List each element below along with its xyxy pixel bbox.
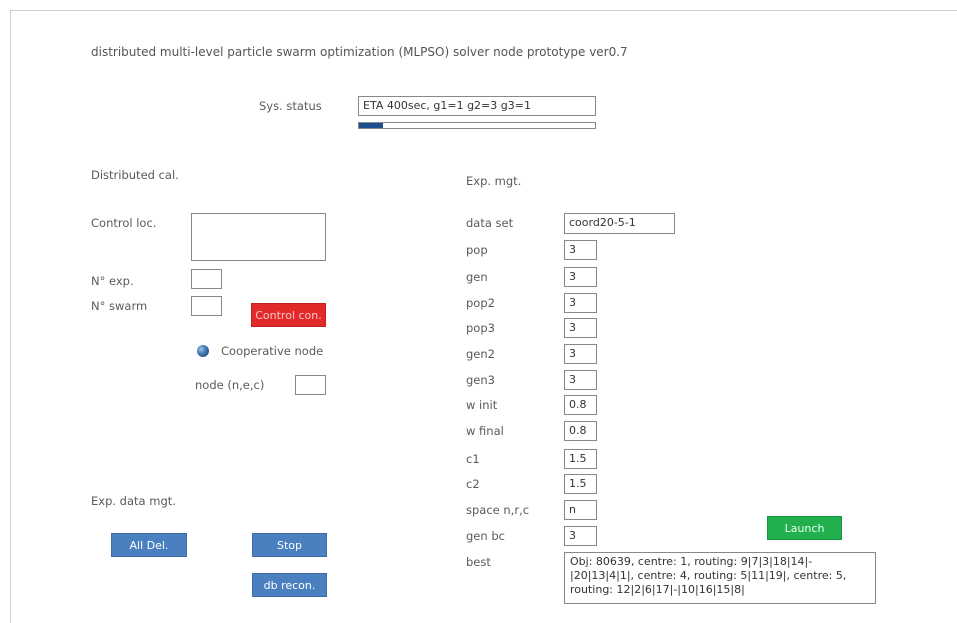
exp-mgt-heading: Exp. mgt. [466,174,522,188]
exp-data-mgt-heading: Exp. data mgt. [91,494,176,508]
node-nec-input[interactable] [295,375,326,395]
n-swarm-input[interactable] [191,296,222,316]
status-progress-bar [358,122,596,129]
distributed-cal-heading: Distributed cal. [91,168,179,182]
cooperative-node-label: Cooperative node [221,344,324,358]
n-exp-label: N° exp. [91,274,134,288]
param-label: gen3 [466,373,495,387]
param-input-c1[interactable]: 1.5 [564,449,597,469]
best-result-field: Obj: 80639, centre: 1, routing: 9|7|3|18… [564,552,876,604]
param-label: space n,r,c [466,503,530,517]
all-del-button[interactable]: All Del. [111,533,187,557]
node-nec-label: node (n,e,c) [195,378,265,392]
status-progress-fill [359,123,383,128]
param-label: c2 [466,477,480,491]
stop-button[interactable]: Stop [252,533,327,557]
param-input-w-init[interactable]: 0.8 [564,395,597,415]
param-label: w final [466,424,504,438]
n-exp-input[interactable] [191,269,222,289]
control-loc-input[interactable] [191,213,326,261]
launch-button[interactable]: Launch [767,516,842,540]
n-swarm-label: N° swarm [91,299,148,313]
best-label: best [466,555,491,569]
data-set-label: data set [466,216,514,230]
param-input-gen2[interactable]: 3 [564,344,597,364]
cooperative-node-radio-icon[interactable] [197,345,209,357]
control-loc-label: Control loc. [91,216,157,230]
param-label: w init [466,398,498,412]
db-recon-button[interactable]: db recon. [252,573,327,597]
param-label: c1 [466,452,480,466]
control-con-button[interactable]: Control con. [251,303,326,327]
sys-status-field: ETA 400sec, g1=1 g2=3 g3=1 [358,96,596,116]
page-title: distributed multi-level particle swarm o… [91,45,628,59]
param-label: pop [466,243,488,257]
sys-status-label: Sys. status [259,99,322,113]
param-input-gen[interactable]: 3 [564,267,597,287]
param-input-c2[interactable]: 1.5 [564,474,597,494]
param-input-space[interactable]: n [564,500,597,520]
param-label: gen2 [466,347,495,361]
data-set-input[interactable]: coord20-5-1 [564,213,675,234]
param-input-gen3[interactable]: 3 [564,370,597,390]
param-input-gen-bc[interactable]: 3 [564,526,597,546]
param-label: pop2 [466,296,495,310]
param-label: gen [466,270,488,284]
param-label: gen bc [466,529,505,543]
param-label: pop3 [466,321,495,335]
param-input-w-final[interactable]: 0.8 [564,421,597,441]
param-input-pop2[interactable]: 3 [564,293,597,313]
param-input-pop[interactable]: 3 [564,240,597,260]
param-input-pop3[interactable]: 3 [564,318,597,338]
